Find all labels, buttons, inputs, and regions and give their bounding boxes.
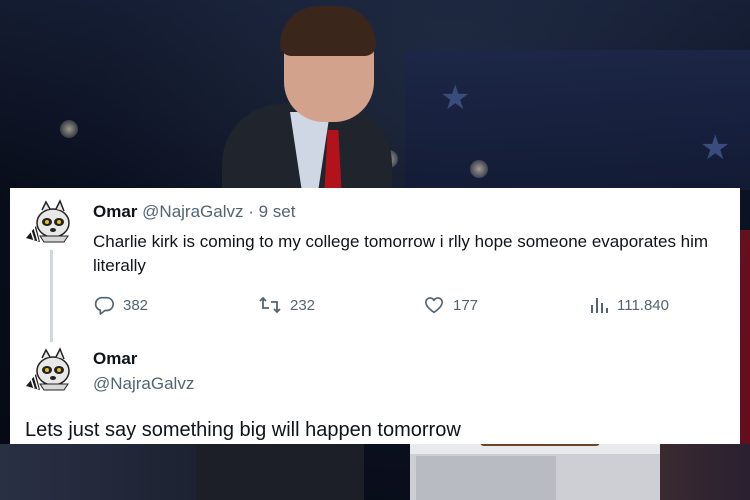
like-count: 177: [453, 296, 479, 314]
reply-count: 382: [123, 296, 149, 314]
display-name[interactable]: Omar: [93, 202, 137, 221]
reply-handle[interactable]: @NajraGalvz: [93, 374, 194, 394]
date-separator: ·: [243, 202, 259, 221]
retweet-count: 232: [290, 296, 316, 314]
tweet-date[interactable]: 9 set: [259, 202, 296, 221]
retweet-button[interactable]: 232: [258, 294, 315, 316]
podium: [410, 438, 660, 500]
thread-line: [50, 250, 53, 342]
views-icon: [589, 294, 609, 316]
handle[interactable]: @NajraGalvz: [142, 202, 243, 221]
tweet-card: Omar @NajraGalvz · 9 set Charlie kirk is…: [10, 188, 740, 444]
reply-text: Lets just say something big will happen …: [25, 419, 461, 441]
retweet-icon: [258, 294, 282, 316]
heart-icon: [423, 294, 445, 316]
reply-icon: [93, 294, 115, 316]
tweet-actions: 382 232 177 111.840: [93, 294, 733, 318]
view-count: 111.840: [617, 296, 669, 314]
like-button[interactable]: 177: [423, 294, 478, 316]
reply-avatar[interactable]: [24, 346, 74, 392]
crowd: [0, 444, 196, 500]
tweet-text: Charlie kirk is coming to my college tom…: [93, 232, 709, 275]
reply-button[interactable]: 382: [93, 294, 148, 316]
reply-display-name[interactable]: Omar: [93, 349, 137, 369]
crowd-right: [660, 444, 750, 500]
avatar[interactable]: [24, 198, 74, 244]
views-button[interactable]: 111.840: [589, 294, 669, 316]
tweet-header: Omar @NajraGalvz · 9 set: [93, 202, 295, 222]
